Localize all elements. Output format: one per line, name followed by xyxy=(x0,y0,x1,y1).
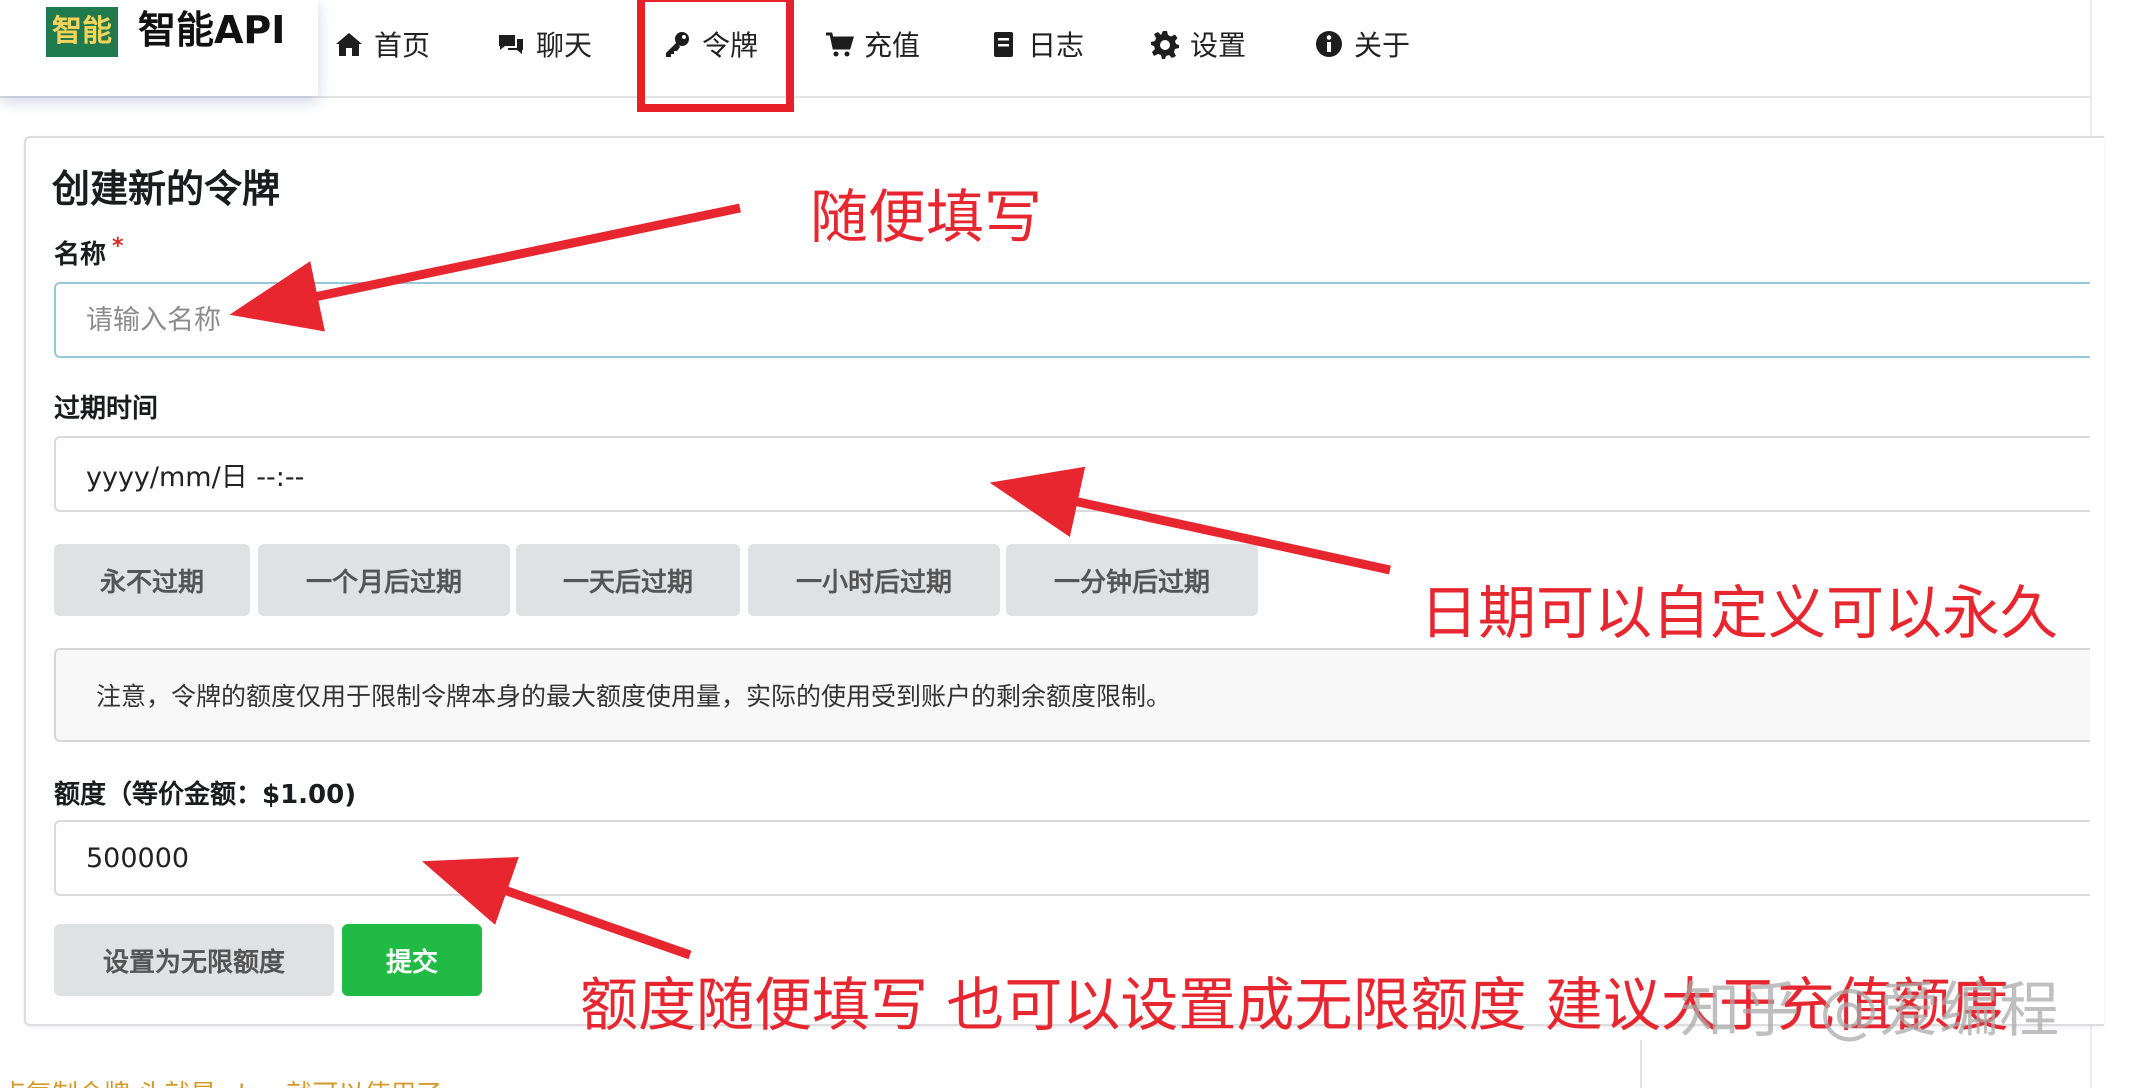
nav-chat[interactable]: 聊天 xyxy=(496,14,592,74)
name-label-text: 名称 xyxy=(54,240,107,270)
submit-button[interactable]: 提交 xyxy=(342,924,482,996)
one-hour-expire-button[interactable]: 一小时后过期 xyxy=(748,544,1000,616)
required-mark: * xyxy=(112,234,124,259)
never-expire-button[interactable]: 永不过期 xyxy=(54,544,250,616)
quota-input[interactable] xyxy=(54,820,2090,896)
brand-name: 智能API xyxy=(138,8,286,52)
unlimited-quota-button[interactable]: 设置为无限额度 xyxy=(54,924,334,996)
nav-settings[interactable]: 设置 xyxy=(1150,14,1246,74)
expiry-hint-annotation: 日期可以自定义可以永久 xyxy=(1420,579,2059,647)
name-hint-annotation: 随便填写 xyxy=(810,183,1043,251)
notice-text: 注意，令牌的额度仅用于限制令牌本身的最大额度使用量，实际的使用受到账户的剩余额度… xyxy=(96,682,1172,711)
cart-icon xyxy=(826,32,854,57)
nav-recharge[interactable]: 充值 xyxy=(824,14,920,74)
zhihu-watermark: 知乎 @爱编程 xyxy=(1680,976,2060,1046)
brand-logo: 智能 xyxy=(46,7,118,57)
cog-icon xyxy=(1151,31,1179,59)
nav-home[interactable]: 首页 xyxy=(334,14,430,74)
nav-label: 设置 xyxy=(1190,29,1247,62)
one-minute-expire-button[interactable]: 一分钟后过期 xyxy=(1006,544,1258,616)
top-navbar: 智能 智能API 首页 聊天 令牌 充值 日志 设置 关于 xyxy=(0,0,2090,112)
one-day-expire-button[interactable]: 一天后过期 xyxy=(516,544,740,616)
expiry-datetime-input[interactable]: yyyy/mm/日 --:-- xyxy=(54,436,2090,512)
quota-label: 额度（等价金额：$1.00) xyxy=(54,780,357,810)
bottom-hint-text: 点复制令牌 头就是 sk... 就可以使用了 xyxy=(0,1074,442,1088)
bottom-divider xyxy=(1640,1040,1642,1088)
one-month-expire-button[interactable]: 一个月后过期 xyxy=(258,544,510,616)
nav-about[interactable]: 关于 xyxy=(1314,14,1410,74)
nav-logs[interactable]: 日志 xyxy=(988,14,1084,74)
page-title: 创建新的令牌 xyxy=(52,167,281,211)
tokens-highlight-box xyxy=(637,0,794,112)
nav-label: 首页 xyxy=(374,29,431,62)
home-icon xyxy=(336,33,362,56)
expiry-label: 过期时间 xyxy=(54,394,159,424)
nav-label: 聊天 xyxy=(536,29,593,62)
brand[interactable]: 智能 智能API xyxy=(0,0,318,96)
comments-icon xyxy=(499,35,523,54)
quota-notice: 注意，令牌的额度仅用于限制令牌本身的最大额度使用量，实际的使用受到账户的剩余额度… xyxy=(54,648,2090,742)
name-input[interactable] xyxy=(54,282,2090,358)
nav-label: 关于 xyxy=(1354,29,1411,62)
nav-label: 充值 xyxy=(864,29,921,62)
nav-label: 日志 xyxy=(1028,29,1085,62)
expiry-placeholder: yyyy/mm/日 --:-- xyxy=(86,461,305,493)
name-label: 名称 * xyxy=(54,234,124,271)
info-icon xyxy=(1316,31,1342,57)
book-icon xyxy=(994,32,1013,57)
